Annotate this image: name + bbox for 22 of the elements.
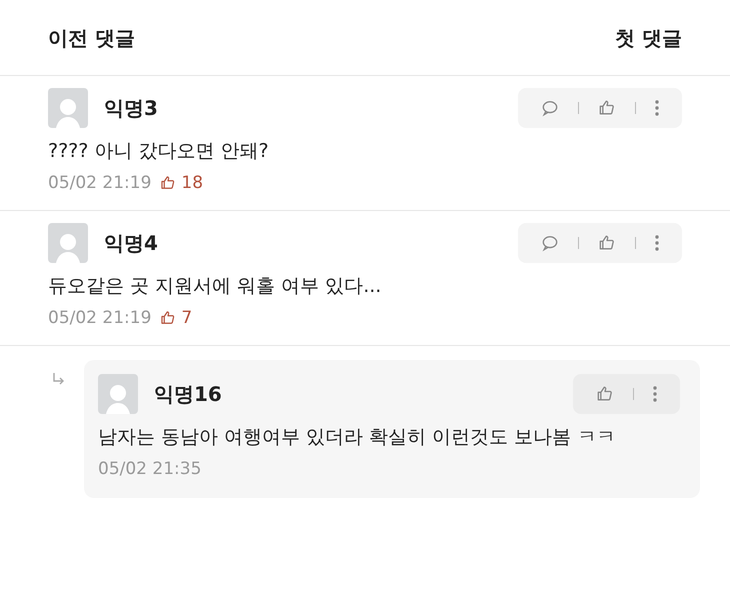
more-icon[interactable]: [654, 233, 660, 254]
avatar-icon: [48, 88, 88, 128]
comment-text: 듀오같은 곳 지원서에 워홀 여부 있다...: [48, 274, 382, 300]
comment-icon[interactable]: [540, 233, 560, 254]
comment-time: 05/02 21:19: [48, 306, 152, 330]
author-name: 익명4: [104, 230, 159, 258]
comment-icon[interactable]: [540, 98, 560, 118]
more-icon[interactable]: [652, 384, 658, 404]
more-icon[interactable]: [654, 98, 660, 118]
avatar-icon: [98, 374, 138, 414]
reply-arrow-icon: [52, 372, 66, 386]
author-name: 익명16: [154, 381, 223, 408]
like-count: 18: [159, 170, 204, 196]
author-name: 익명3: [104, 95, 159, 122]
avatar-icon: [48, 223, 88, 264]
first-comment-link[interactable]: 첫 댓글: [615, 22, 682, 52]
comment-text: 남자는 동남아 여행여부 있더라 확실히 이런것도 보나봄 ㅋㅋ: [98, 425, 616, 450]
comment-time: 05/02 21:35: [98, 458, 202, 481]
comment-time: 05/02 21:19: [48, 172, 152, 195]
like-count: 7: [159, 306, 192, 332]
previous-comments-link[interactable]: 이전 댓글: [48, 22, 135, 52]
comment-text: ???? 아니 갔다오면 안돼?: [48, 139, 270, 164]
